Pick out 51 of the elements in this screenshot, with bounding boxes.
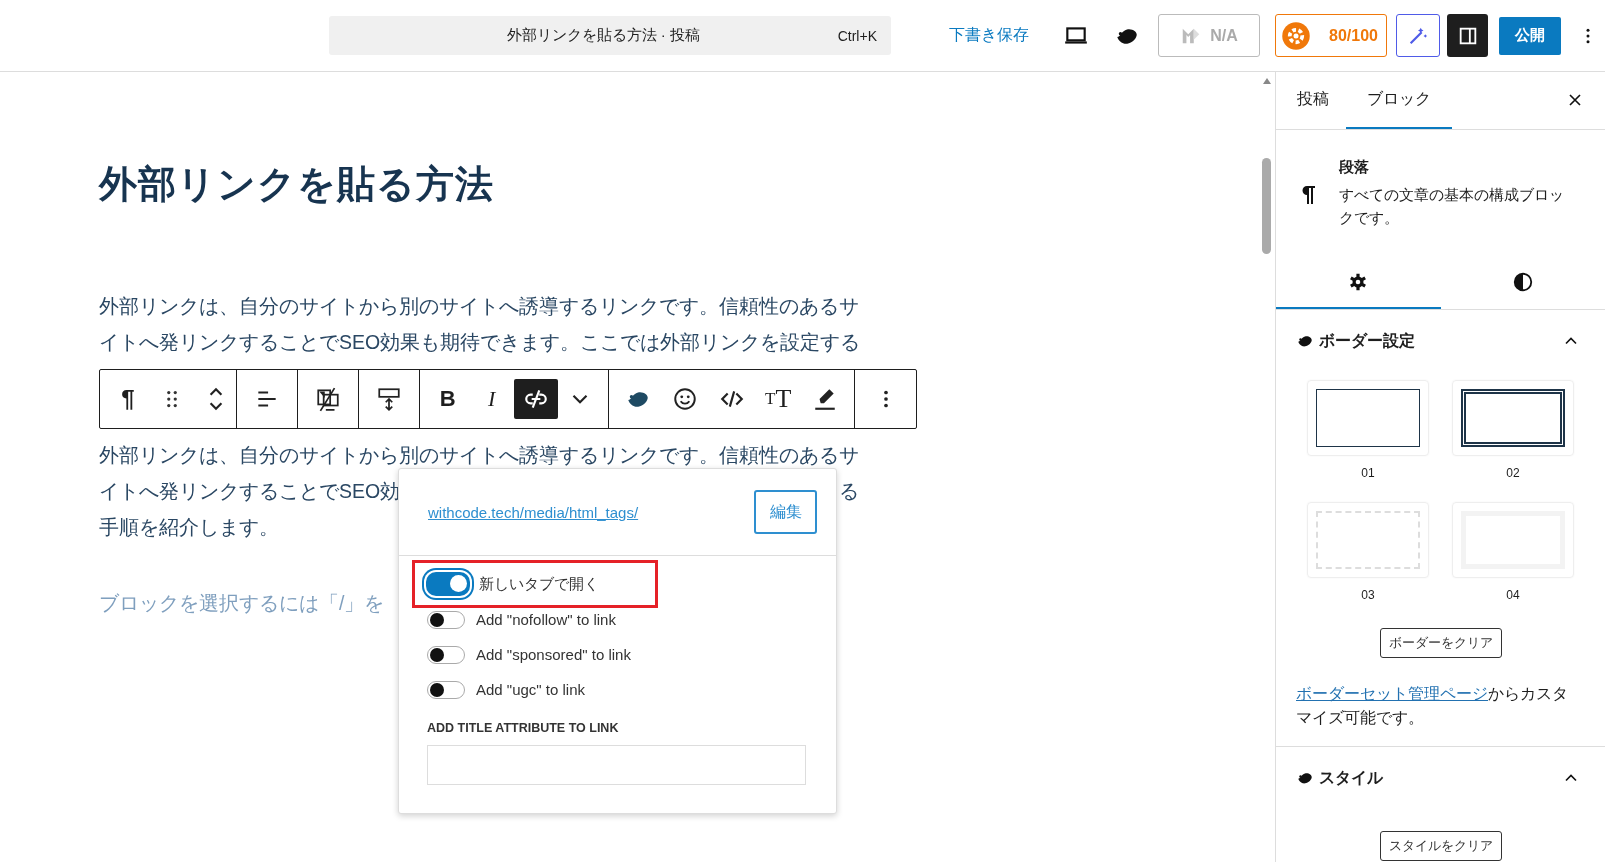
block-description: すべての文章の基本の構成ブロックです。 — [1339, 185, 1565, 228]
clear-button[interactable]: ボーダーをクリア — [1379, 628, 1502, 658]
preset-label: 02 — [1506, 466, 1520, 482]
sidebar-tab[interactable]: ブロック — [1346, 72, 1452, 129]
paragraph-text: イトへ発リンクすることでSEO効果も期待できます。ここでは外部リンクを設定する — [99, 331, 861, 353]
save-draft-button[interactable]: 下書き保存 — [949, 25, 1029, 46]
settings-link[interactable]: ボーダーセット管理ページ — [1296, 685, 1488, 702]
preset-label: 04 — [1506, 588, 1520, 604]
typography-button[interactable]: TT — [756, 379, 801, 419]
publish-button[interactable]: 公開 — [1499, 16, 1561, 55]
device-visibility-icon[interactable] — [314, 386, 341, 412]
edit-button[interactable]: 編集 — [754, 490, 817, 534]
paragraph-text: 外部リンクは、自分のサイトから別のサイトへ誘導するリンクです。信頼性のあるサ — [99, 295, 859, 317]
gear-icon — [1281, 20, 1311, 51]
panel-title[interactable]: スタイル — [1319, 767, 1383, 789]
sidebar-toggle[interactable] — [1447, 14, 1488, 57]
field-label: ADD TITLE ATTRIBUTE TO LINK — [427, 721, 620, 735]
spacing-icon[interactable] — [375, 386, 402, 412]
toggle-switch[interactable] — [427, 610, 465, 629]
title-input-field[interactable] — [427, 745, 806, 785]
toggle-switch[interactable] — [427, 645, 465, 664]
emoji-icon[interactable] — [671, 386, 698, 412]
italic-button[interactable]: I — [469, 379, 514, 419]
preset-label: 03 — [1361, 588, 1375, 604]
paragraph-text: イトへ発リンクすることでSEO効 — [99, 479, 401, 504]
border-preset[interactable] — [1452, 380, 1574, 456]
toggle-label: Add "sponsored" to link — [476, 646, 631, 663]
bold-button[interactable]: B — [425, 379, 470, 419]
scrollbar-thumb[interactable] — [1262, 158, 1271, 254]
paragraph-button[interactable]: ¶ — [106, 379, 150, 419]
paragraph-block[interactable]: 外部リンクは、自分のサイトから別のサイトへ誘導するリンクです。信頼性のあるサ イトへ発リンクすることでSEO効果も期待できます。ここでは外部リンクを設定する — [99, 288, 859, 360]
document-title: 外部リンクを貼る方法 · 投稿 — [505, 26, 701, 45]
shortcut-hint: Ctrl+K — [837, 27, 877, 44]
command-bar[interactable]: 外部リンクを貼る方法 · 投稿 Ctrl+K — [329, 16, 891, 55]
toggle-label: Add "ugc" to link — [476, 681, 586, 698]
help-text: ボーダーセット管理ページからカスタマイズ可能です。 — [1295, 684, 1569, 728]
toggle-label: Add "nofollow" to link — [476, 611, 616, 628]
scroll-up-icon[interactable] — [1261, 77, 1272, 85]
block-name: 段落 — [1339, 158, 1370, 177]
clear-button[interactable]: スタイルをクリア — [1379, 831, 1502, 861]
border-preset[interactable] — [1307, 380, 1429, 456]
post-title[interactable]: 外部リンクを貼る方法 — [99, 162, 494, 206]
preset-label: 01 — [1361, 466, 1375, 482]
magic-wand-button[interactable] — [1396, 14, 1440, 57]
link-url[interactable]: withcode.tech/media/html_tags/ — [428, 503, 639, 521]
paragraph-text: る — [839, 479, 859, 504]
toggle-switch[interactable] — [427, 680, 465, 699]
contrast-icon — [1511, 271, 1534, 293]
panel-title[interactable]: ボーダー設定 — [1319, 330, 1415, 352]
sidebar-tab[interactable]: 投稿 — [1292, 72, 1334, 129]
toggle-label: 新しいタブで開く — [479, 574, 599, 594]
